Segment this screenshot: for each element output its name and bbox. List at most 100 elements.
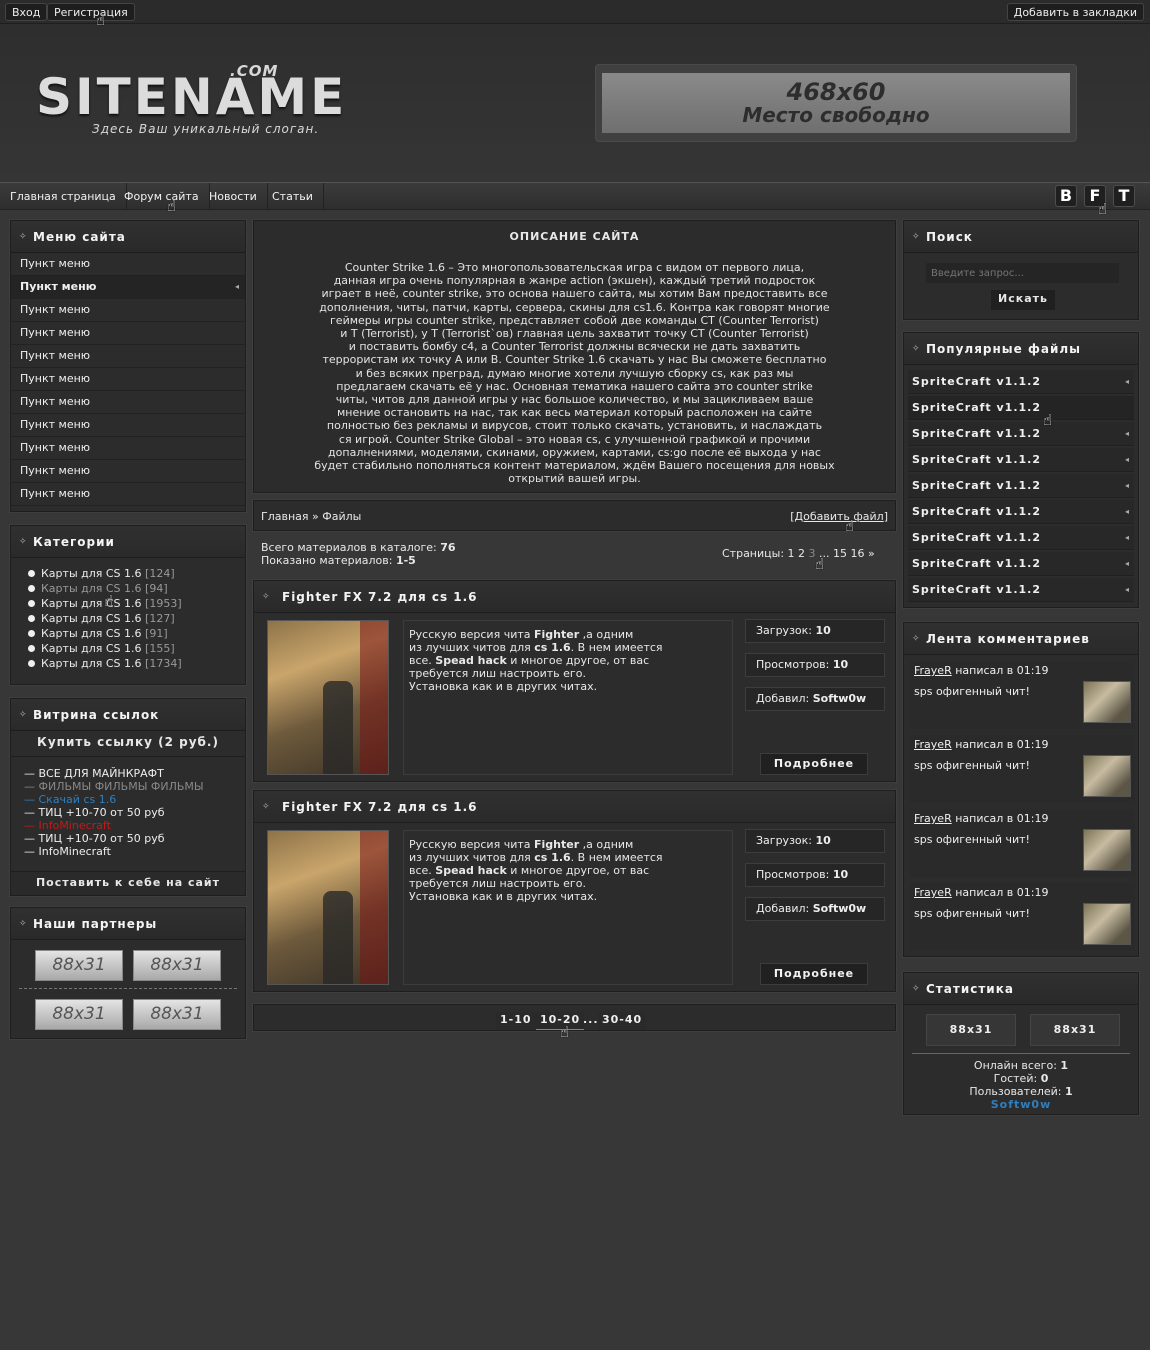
divider xyxy=(912,1053,1130,1054)
file-description: Русскую версия чита Fighter ,а одним из … xyxy=(403,830,733,985)
comment-user-link[interactable]: FrayeR xyxy=(914,812,952,825)
category-item[interactable]: Карты для CS 1.6 [155] xyxy=(11,641,245,656)
popular-file-item[interactable]: SpriteCraft v1.1.2 ◂ xyxy=(908,500,1134,524)
category-item[interactable]: Карты для CS 1.6 [91] xyxy=(11,626,245,641)
thumbnail-weapon xyxy=(323,681,353,774)
popular-file-item[interactable]: SpriteCraft v1.1.2 ◂ xyxy=(908,552,1134,576)
twitter-icon[interactable]: T xyxy=(1113,185,1135,207)
partner-banner[interactable]: 88x31 xyxy=(35,950,123,981)
page-link[interactable]: 15 xyxy=(833,547,847,560)
hand-cursor-icon xyxy=(167,197,177,215)
author-link[interactable]: Softw0w xyxy=(813,902,867,915)
showcase-link[interactable]: — Скачай cs 1.6 xyxy=(11,793,245,806)
popular-file-item[interactable]: SpriteCraft v1.1.2 ◂ xyxy=(908,370,1134,394)
category-item[interactable]: Карты для CS 1.6 [1734] xyxy=(11,656,245,671)
menu-item[interactable]: Пункт меню xyxy=(11,345,245,368)
author-link[interactable]: Softw0w xyxy=(813,692,867,705)
showcase-link[interactable]: — ТИЦ +10-70 от 50 руб xyxy=(11,806,245,819)
author-stat: Добавил: Softw0w xyxy=(745,897,885,921)
description-line: открытий вашей игры. xyxy=(508,472,641,486)
popular-file-item[interactable]: SpriteCraft v1.1.2 ◂ xyxy=(908,474,1134,498)
site-logo-tld: .COM xyxy=(230,62,279,80)
page-link[interactable]: 1 xyxy=(788,547,795,560)
site-description-title: ОПИСАНИЕ САЙТА xyxy=(509,230,640,243)
category-item[interactable]: Карты для CS 1.6 [1953] xyxy=(11,596,245,611)
partner-banner[interactable]: 88x31 xyxy=(133,999,221,1030)
description-line: данная игра очень популярная в жанре act… xyxy=(333,274,816,288)
menu-item[interactable]: Пункт меню xyxy=(11,253,245,276)
counter-banner[interactable]: 88x31 xyxy=(926,1014,1016,1046)
bullet-icon: ✧ xyxy=(19,710,28,720)
bookmark-button[interactable]: Добавить в закладки xyxy=(1006,3,1144,21)
partner-banner[interactable]: 88x31 xyxy=(133,950,221,981)
popular-file-item[interactable]: SpriteCraft v1.1.2 xyxy=(908,396,1134,420)
popular-files-block: ✧ Популярные файлы SpriteCraft v1.1.2 ◂ Sp… xyxy=(903,332,1139,608)
category-name: Карты для CS 1.6 xyxy=(41,612,142,625)
menu-item[interactable]: Пункт меню xyxy=(11,414,245,437)
menu-item[interactable]: Пункт меню xyxy=(11,368,245,391)
nav-item-articles[interactable]: Статьи xyxy=(262,183,324,210)
site-logo[interactable]: SITENAME xyxy=(36,72,347,122)
menu-item[interactable]: Пункт меню xyxy=(11,391,245,414)
avatar[interactable] xyxy=(1083,755,1131,797)
popular-file-item[interactable]: SpriteCraft v1.1.2 ◂ xyxy=(908,578,1134,602)
pagination-link[interactable]: 30-40 xyxy=(598,1012,647,1030)
more-button[interactable]: Подробнее xyxy=(760,963,868,985)
ad-banner[interactable]: 468x60 Место свободно xyxy=(595,64,1077,142)
desc-text: ,а одним xyxy=(579,628,634,641)
file-entry-title[interactable]: Fighter FX 7.2 для cs 1.6 xyxy=(282,800,478,814)
partner-banner[interactable]: 88x31 xyxy=(35,999,123,1030)
add-file-link[interactable]: [Добавить файл] xyxy=(790,510,888,523)
page-link[interactable]: 16 xyxy=(851,547,865,560)
showcase-link[interactable]: — ВСЕ ДЛЯ МАЙНКРАФТ xyxy=(11,767,245,780)
avatar[interactable] xyxy=(1083,829,1131,871)
category-item[interactable]: Карты для CS 1.6 [124] xyxy=(11,566,245,581)
page-link[interactable]: 2 xyxy=(798,547,805,560)
desc-text: требуется лиш настроить его. xyxy=(409,667,586,680)
file-entry-title[interactable]: Fighter FX 7.2 для cs 1.6 xyxy=(282,590,478,604)
nav-item-forum[interactable]: Форум сайта xyxy=(114,183,210,210)
showcase-link[interactable]: — InfoMinecraft xyxy=(11,819,245,832)
blogger-icon[interactable]: B xyxy=(1055,185,1077,207)
more-button[interactable]: Подробнее xyxy=(760,753,868,775)
category-item[interactable]: Карты для CS 1.6 [94] xyxy=(11,581,245,596)
nav-item-home[interactable]: Главная страница xyxy=(0,183,127,210)
nav-item-news[interactable]: Новости xyxy=(199,183,268,210)
avatar[interactable] xyxy=(1083,681,1131,723)
register-button[interactable]: Регистрация xyxy=(47,3,135,21)
pagination-link[interactable]: 1-10 xyxy=(496,1012,536,1030)
file-thumbnail[interactable] xyxy=(267,830,389,985)
popular-file-item[interactable]: SpriteCraft v1.1.2 ◂ xyxy=(908,526,1134,550)
thumbnail-overlay xyxy=(360,831,388,984)
category-item[interactable]: Карты для CS 1.6 [127] xyxy=(11,611,245,626)
menu-item[interactable]: Пункт меню xyxy=(11,322,245,345)
comment-time: написал в 01:19 xyxy=(951,664,1049,677)
breadcrumb-home[interactable]: Главная xyxy=(261,510,309,523)
showcase-link[interactable]: — InfoMinecraft xyxy=(11,845,245,858)
buy-link-button[interactable]: Купить ссылку (2 руб.) xyxy=(11,731,245,757)
menu-item[interactable]: Пункт меню xyxy=(11,483,245,506)
menu-item[interactable]: Пункт меню xyxy=(11,460,245,483)
comment-user-link[interactable]: FrayeR xyxy=(914,738,952,751)
stat-value: 10 xyxy=(815,834,831,847)
popular-file-item[interactable]: SpriteCraft v1.1.2 ◂ xyxy=(908,448,1134,472)
counter-banner[interactable]: 88x31 xyxy=(1030,1014,1120,1046)
site-description-block: ОПИСАНИЕ САЙТА Counter Strike 1.6 – Это … xyxy=(253,220,896,493)
avatar[interactable] xyxy=(1083,903,1131,945)
page-next[interactable]: » xyxy=(868,547,875,560)
login-button[interactable]: Вход xyxy=(5,3,48,21)
popular-file-item[interactable]: SpriteCraft v1.1.2 ◂ xyxy=(908,422,1134,446)
online-user-link[interactable]: Softw0w xyxy=(904,1098,1138,1111)
menu-item[interactable]: Пункт меню xyxy=(11,437,245,460)
put-on-site-link[interactable]: Поставить к себе на сайт xyxy=(11,871,245,895)
menu-item-active[interactable]: Пункт меню ◂ xyxy=(11,276,245,299)
file-thumbnail[interactable] xyxy=(267,620,389,775)
showcase-link[interactable]: — ФИЛЬМЫ ФИЛЬМЫ ФИЛЬМЫ xyxy=(11,780,245,793)
search-input[interactable] xyxy=(926,263,1119,283)
comment-item: FrayeR написал в 01:19 sps офигенный чит… xyxy=(910,883,1135,951)
comment-user-link[interactable]: FrayeR xyxy=(914,886,952,899)
showcase-link[interactable]: — ТИЦ +10-70 от 50 руб xyxy=(11,832,245,845)
search-button[interactable]: Искать xyxy=(991,290,1055,310)
comment-user-link[interactable]: FrayeR xyxy=(914,664,952,677)
menu-item[interactable]: Пункт меню xyxy=(11,299,245,322)
